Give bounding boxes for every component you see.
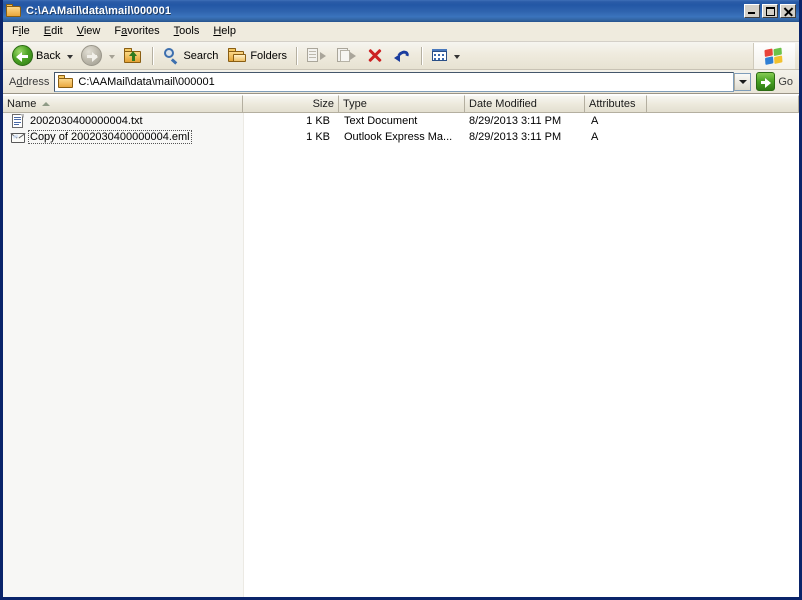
file-name-cell[interactable]: 2002030400000004.txt xyxy=(3,113,243,129)
folders-icon xyxy=(228,47,247,64)
name-column-background xyxy=(3,113,243,597)
search-label: Search xyxy=(183,49,219,62)
file-size-cell: 1 KB xyxy=(306,115,330,127)
folder-icon xyxy=(6,4,22,18)
forward-button xyxy=(76,45,107,67)
menu-item-help[interactable]: Help xyxy=(206,23,243,40)
menu-item-view[interactable]: View xyxy=(70,23,108,40)
mail-envelope-icon xyxy=(6,130,30,145)
delete-x-icon xyxy=(366,47,384,64)
up-button[interactable] xyxy=(118,45,148,67)
toolbar: Back Search Folders xyxy=(3,42,799,70)
menu-item-tools[interactable]: Tools xyxy=(167,23,207,40)
column-header-name-label: Name xyxy=(7,98,37,110)
sort-ascending-icon xyxy=(42,102,51,106)
window-title: C:\AAMail\data\mail\000001 xyxy=(26,5,172,17)
folders-label: Folders xyxy=(250,49,288,62)
explorer-window: C:\AAMail\data\mail\000001 File Edit Vie… xyxy=(0,0,802,600)
file-date-cell: 8/29/2013 3:11 PM xyxy=(469,115,562,127)
column-header-name[interactable]: Name xyxy=(3,95,243,113)
back-dropdown-icon[interactable] xyxy=(67,54,74,59)
back-label: Back xyxy=(36,49,61,62)
file-list-view[interactable]: Name Size Type Date Modified Attributes xyxy=(3,94,799,597)
table-row[interactable]: 2002030400000004.txt 1 KB Text Document … xyxy=(3,113,799,129)
address-label: Address xyxy=(9,75,50,88)
go-button[interactable]: Go xyxy=(755,72,797,91)
column-header-date-modified[interactable]: Date Modified xyxy=(465,95,585,113)
chevron-down-icon xyxy=(738,79,747,84)
file-name-label: 2002030400000004.txt xyxy=(30,115,143,127)
file-date-cell: 8/29/2013 3:11 PM xyxy=(469,131,562,143)
file-type-cell: Text Document xyxy=(344,115,418,127)
close-button[interactable] xyxy=(780,4,796,18)
toolbar-separator xyxy=(152,46,154,65)
column-header-attributes-label: Attributes xyxy=(589,98,636,110)
copy-to-icon xyxy=(336,47,357,64)
go-label: Go xyxy=(778,75,793,88)
undo-button[interactable] xyxy=(389,45,417,67)
toolbar-separator xyxy=(296,46,298,65)
column-header-row: Name Size Type Date Modified Attributes xyxy=(3,95,799,113)
views-button[interactable] xyxy=(426,45,468,67)
column-header-type[interactable]: Type xyxy=(339,95,465,113)
name-column-divider xyxy=(243,113,244,597)
column-header-filler xyxy=(647,95,799,113)
search-icon xyxy=(162,47,180,65)
address-value: C:\AAMail\data\mail\000001 xyxy=(78,75,215,88)
copy-to-button xyxy=(331,45,361,67)
menu-item-file[interactable]: File xyxy=(5,23,37,40)
table-row[interactable]: Copy of 2002030400000004.eml 1 KB Outloo… xyxy=(3,129,799,145)
menu-bar: File Edit View Favorites Tools Help xyxy=(3,22,799,42)
search-button[interactable]: Search xyxy=(157,45,223,67)
column-header-attributes[interactable]: Attributes xyxy=(585,95,647,113)
delete-button[interactable] xyxy=(361,45,389,67)
folder-icon xyxy=(57,74,74,89)
column-header-date-label: Date Modified xyxy=(469,98,537,110)
back-arrow-icon xyxy=(12,45,33,66)
address-dropdown-button[interactable] xyxy=(734,72,752,91)
column-header-size[interactable]: Size xyxy=(243,95,339,113)
column-header-size-label: Size xyxy=(312,98,334,110)
move-to-icon xyxy=(306,47,327,64)
forward-arrow-icon xyxy=(81,45,103,66)
views-icon xyxy=(431,48,449,63)
title-bar[interactable]: C:\AAMail\data\mail\000001 xyxy=(3,0,799,22)
folders-button[interactable]: Folders xyxy=(223,45,292,67)
undo-arrow-icon xyxy=(394,47,412,64)
file-size-cell: 1 KB xyxy=(306,131,330,143)
go-arrow-icon xyxy=(756,72,776,91)
minimize-button[interactable] xyxy=(744,4,760,18)
window-controls xyxy=(744,4,798,18)
up-folder-icon xyxy=(123,47,143,65)
windows-logo-icon xyxy=(753,43,795,69)
toolbar-separator xyxy=(421,46,423,65)
file-name-label: Copy of 2002030400000004.eml xyxy=(28,130,192,144)
maximize-button[interactable] xyxy=(762,4,778,18)
back-button[interactable]: Back xyxy=(7,45,65,67)
text-document-icon xyxy=(11,113,25,129)
forward-dropdown-icon xyxy=(109,54,116,59)
menu-item-favorites[interactable]: Favorites xyxy=(107,23,166,40)
file-attributes-cell: A xyxy=(591,131,599,143)
views-dropdown-icon[interactable] xyxy=(454,54,461,59)
file-type-cell: Outlook Express Ma... xyxy=(344,131,453,143)
file-name-cell[interactable]: Copy of 2002030400000004.eml xyxy=(3,129,243,145)
file-attributes-cell: A xyxy=(591,115,599,127)
menu-item-edit[interactable]: Edit xyxy=(37,23,70,40)
address-bar: Address C:\AAMail\data\mail\000001 Go xyxy=(3,70,799,94)
address-input[interactable]: C:\AAMail\data\mail\000001 xyxy=(54,71,735,92)
move-to-button xyxy=(301,45,331,67)
column-header-type-label: Type xyxy=(343,98,367,110)
